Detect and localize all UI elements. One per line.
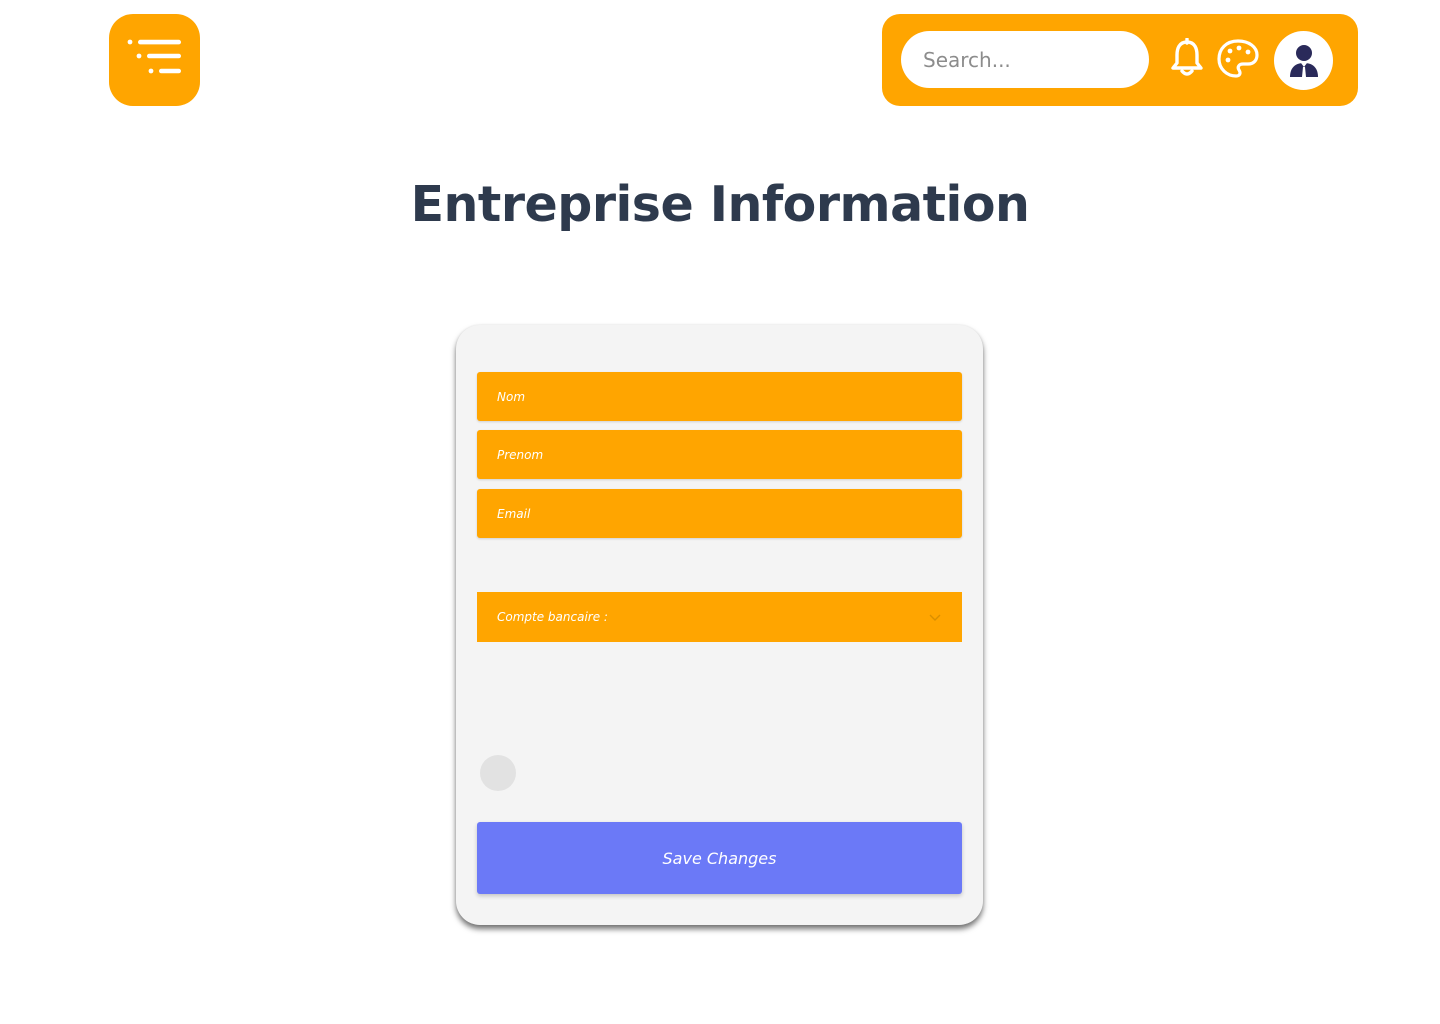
compte-bancaire-select[interactable]: Compte bancaire : xyxy=(477,592,962,642)
email-field[interactable] xyxy=(477,489,962,538)
chevron-down-icon xyxy=(929,614,941,621)
menu-lines-icon xyxy=(127,39,181,74)
save-changes-button[interactable]: Save Changes xyxy=(477,822,962,894)
avatar-button[interactable] xyxy=(1274,31,1333,90)
theme-button[interactable] xyxy=(1216,38,1260,80)
entreprise-form-card: Compte bancaire : Save Changes xyxy=(456,325,983,925)
page: Entreprise Information Compte bancaire :… xyxy=(0,0,1440,1024)
circle-toggle[interactable] xyxy=(480,755,516,791)
page-title: Entreprise Information xyxy=(410,176,1030,233)
compte-bancaire-label: Compte bancaire : xyxy=(497,610,608,624)
header-toolbar xyxy=(882,14,1358,106)
notification-button[interactable] xyxy=(1169,37,1205,78)
palette-icon xyxy=(1217,39,1259,78)
menu-button[interactable] xyxy=(109,14,200,106)
bell-icon xyxy=(1171,37,1203,76)
search-input[interactable] xyxy=(901,31,1149,88)
nom-field[interactable] xyxy=(477,372,962,421)
prenom-field[interactable] xyxy=(477,430,962,479)
user-avatar-icon xyxy=(1289,44,1318,77)
